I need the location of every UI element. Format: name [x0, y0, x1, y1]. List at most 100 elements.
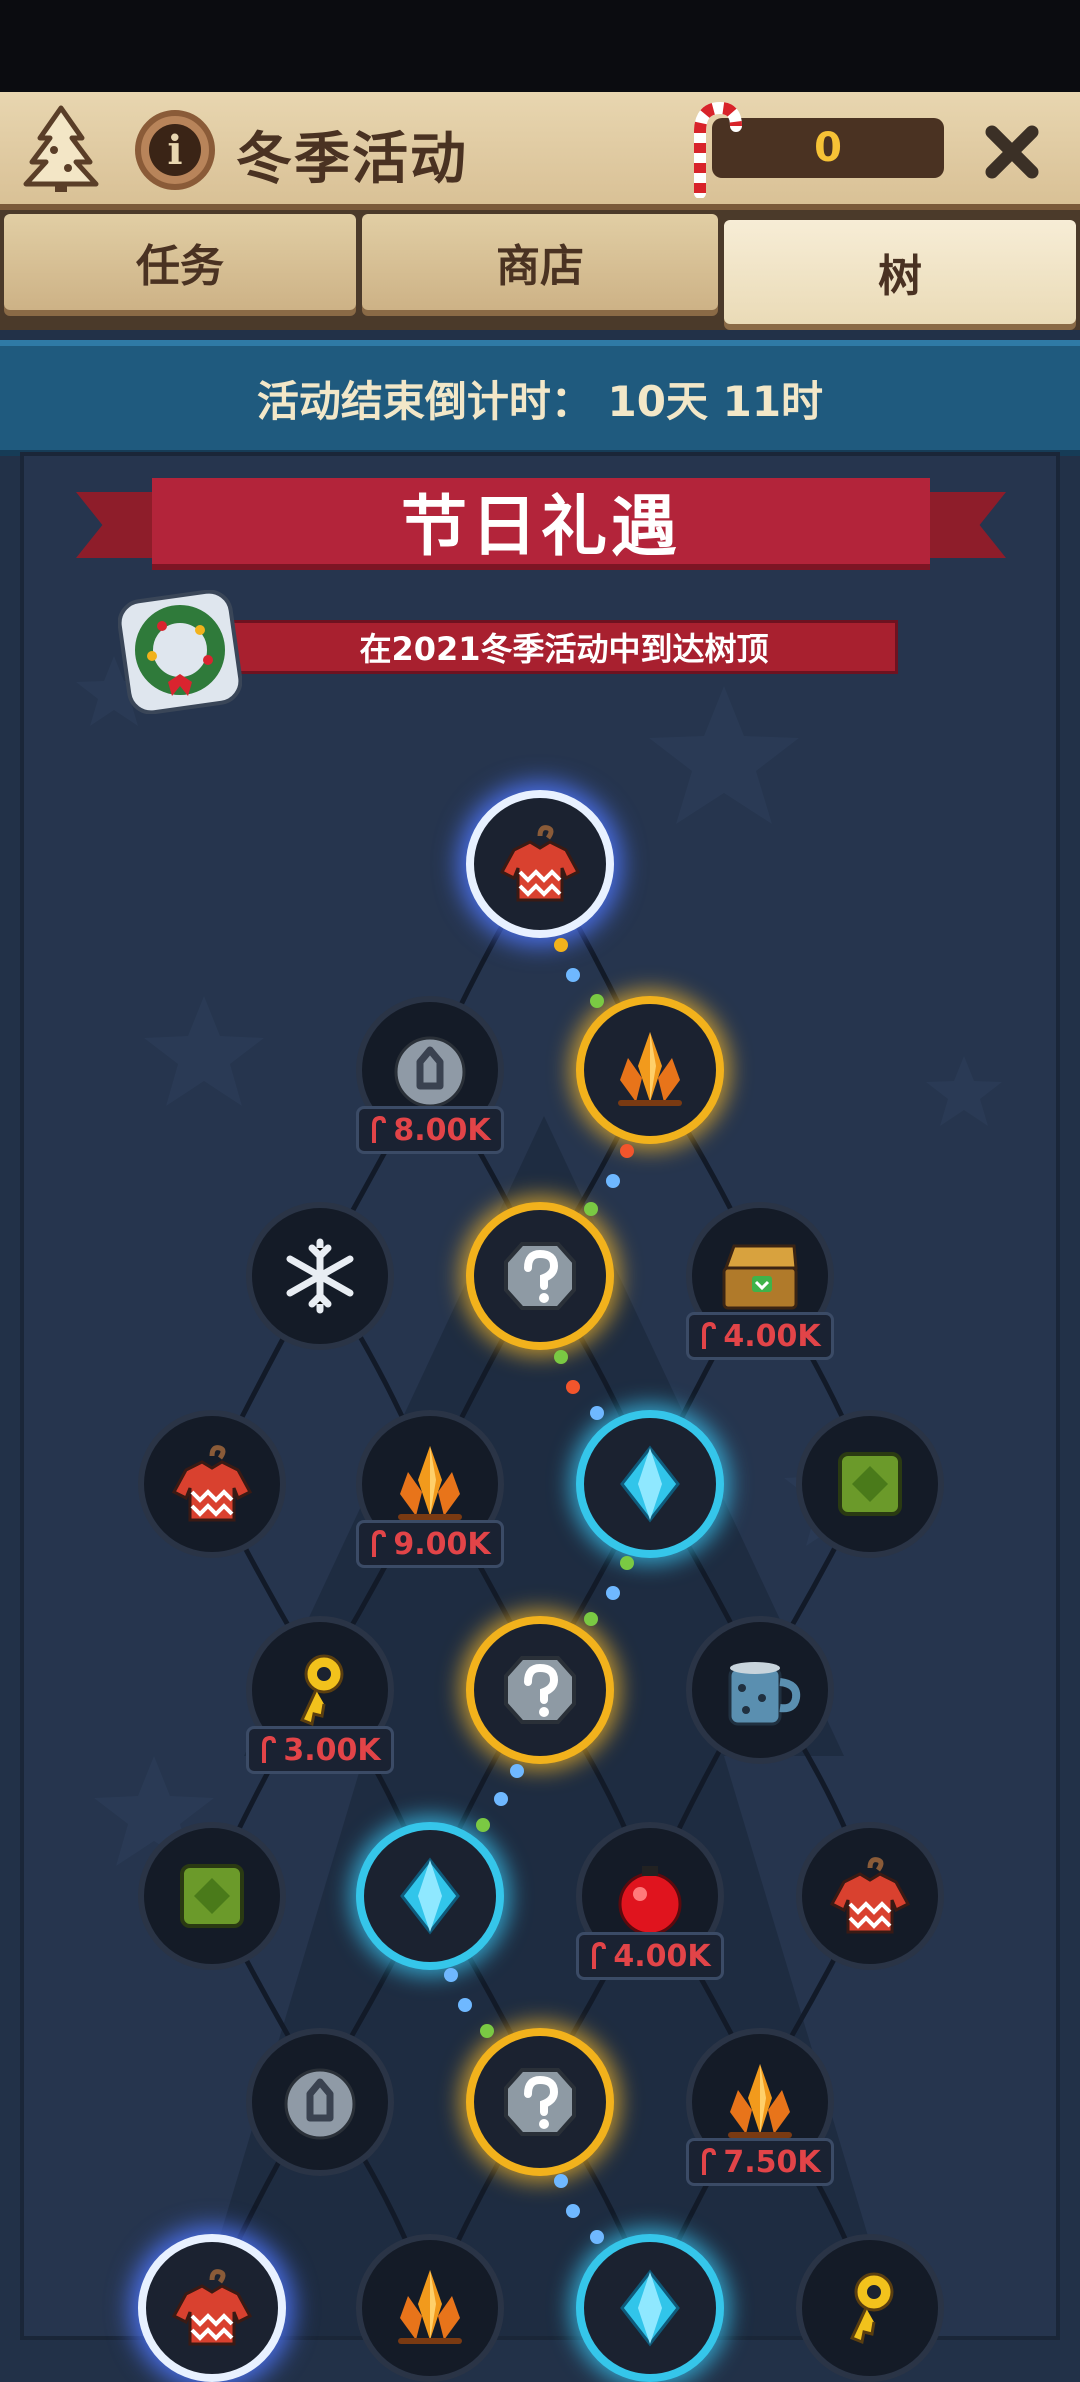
price-value: 4.00K	[613, 1938, 711, 1974]
wreath-icon	[117, 589, 243, 715]
reward-node-sweater[interactable]	[138, 2234, 286, 2382]
orange-crystal-icon	[602, 1022, 698, 1118]
countdown-bar: 活动结束倒计时： 10天 11时	[0, 340, 1080, 456]
garland-light	[584, 1202, 598, 1216]
treasure-chest-icon	[712, 1228, 808, 1324]
price-tag: 8.00K	[356, 1106, 504, 1154]
garland-light	[620, 1144, 634, 1158]
garland-light	[590, 994, 604, 1008]
garland-light	[566, 968, 580, 982]
tab-tree[interactable]: 树	[724, 220, 1076, 324]
garland-light	[554, 1350, 568, 1364]
price-value: 8.00K	[393, 1112, 491, 1148]
sweater-icon	[492, 816, 588, 912]
price-value: 9.00K	[393, 1526, 491, 1562]
reward-node-sweater[interactable]	[138, 1410, 286, 1558]
mug-icon	[712, 1642, 808, 1738]
blue-gem-icon	[602, 2260, 698, 2356]
candy-cane-icon	[372, 1115, 387, 1143]
green-block-icon	[164, 1848, 260, 1944]
goal-bar: 在2021冬季活动中到达树顶	[230, 620, 898, 674]
header-bar: i 冬季活动 0	[0, 92, 1080, 210]
tab-label: 树	[878, 251, 922, 302]
info-button[interactable]: i	[135, 110, 215, 190]
tab-label: 任务	[136, 241, 224, 292]
reward-node-mystery[interactable]	[466, 1616, 614, 1764]
tab-bar: 任务 商店 树	[0, 210, 1080, 330]
garland-light	[606, 1586, 620, 1600]
countdown-text: 活动结束倒计时： 10天 11时	[256, 376, 824, 426]
reward-node-gem[interactable]	[356, 1822, 504, 1970]
mystery-icon	[492, 1642, 588, 1738]
orange-crystal-icon	[382, 1436, 478, 1532]
reward-node-mystery[interactable]	[466, 1202, 614, 1350]
garland-light	[566, 2204, 580, 2218]
close-button[interactable]	[972, 112, 1052, 192]
reward-node-gem[interactable]	[576, 2234, 724, 2382]
page-title: 冬季活动	[236, 127, 468, 192]
tab-tasks[interactable]: 任务	[4, 214, 356, 310]
tab-shop[interactable]: 商店	[362, 214, 718, 310]
price-tag: 4.00K	[576, 1932, 724, 1980]
reward-node-crystal[interactable]	[356, 2234, 504, 2382]
key-icon	[822, 2260, 918, 2356]
reward-node-gem[interactable]	[576, 1410, 724, 1558]
candy-count: 0	[814, 125, 842, 171]
price-tag: 9.00K	[356, 1520, 504, 1568]
candy-cane-icon	[372, 1529, 387, 1557]
reward-node-mystery[interactable]	[466, 2028, 614, 2176]
orange-crystal-icon	[382, 2260, 478, 2356]
green-block-icon	[822, 1436, 918, 1532]
reward-node-key[interactable]	[796, 2234, 944, 2382]
candy-cane-icon	[702, 1321, 717, 1349]
sweater-icon	[822, 1848, 918, 1944]
garland-light	[554, 938, 568, 952]
blue-gem-icon	[602, 1436, 698, 1532]
garland-light	[590, 2230, 604, 2244]
price-value: 7.50K	[723, 2144, 821, 2180]
garland-light	[554, 2174, 568, 2188]
garland-light	[476, 1818, 490, 1832]
close-icon	[985, 125, 1039, 179]
garland-light	[480, 2024, 494, 2038]
price-value: 3.00K	[283, 1732, 381, 1768]
reward-node-mug[interactable]	[686, 1616, 834, 1764]
stone-weight-icon	[382, 1022, 478, 1118]
reward-node-crystal[interactable]	[576, 996, 724, 1144]
price-tag: 3.00K	[246, 1726, 394, 1774]
key-icon	[272, 1642, 368, 1738]
stone-weight-icon	[272, 2054, 368, 2150]
reward-node-green-block[interactable]	[796, 1410, 944, 1558]
reward-node-green-block[interactable]	[138, 1822, 286, 1970]
candy-cane-icon	[702, 2147, 717, 2175]
mystery-icon	[492, 2054, 588, 2150]
garland-light	[606, 1174, 620, 1188]
event-banner: 节日礼遇	[76, 478, 1006, 570]
orange-crystal-icon	[712, 2054, 808, 2150]
goal-text: 在2021冬季活动中到达树顶	[359, 630, 769, 668]
reward-node-snowflake[interactable]	[246, 1202, 394, 1350]
banner-title: 节日礼遇	[152, 478, 930, 570]
garland-light	[590, 1406, 604, 1420]
garland-light	[584, 1612, 598, 1626]
garland-light	[494, 1792, 508, 1806]
sweater-icon	[164, 1436, 260, 1532]
snowflake-icon	[272, 1228, 368, 1324]
reward-node-sweater[interactable]	[796, 1822, 944, 1970]
garland-light	[510, 1764, 524, 1778]
garland-light	[444, 1968, 458, 1982]
reward-node-stone[interactable]	[246, 2028, 394, 2176]
garland-light	[566, 1380, 580, 1394]
reward-node-top-sweater[interactable]	[466, 790, 614, 938]
candy-cane-icon	[682, 98, 742, 199]
price-tag: 7.50K	[686, 2138, 834, 2186]
price-tag: 4.00K	[686, 1312, 834, 1360]
candy-cane-icon	[592, 1941, 607, 1969]
mystery-icon	[492, 1228, 588, 1324]
price-value: 4.00K	[723, 1318, 821, 1354]
info-icon: i	[149, 124, 201, 176]
status-strip	[0, 0, 1080, 92]
candy-cane-icon	[262, 1735, 277, 1763]
sweater-icon	[164, 2260, 260, 2356]
tree-icon[interactable]	[16, 104, 106, 194]
